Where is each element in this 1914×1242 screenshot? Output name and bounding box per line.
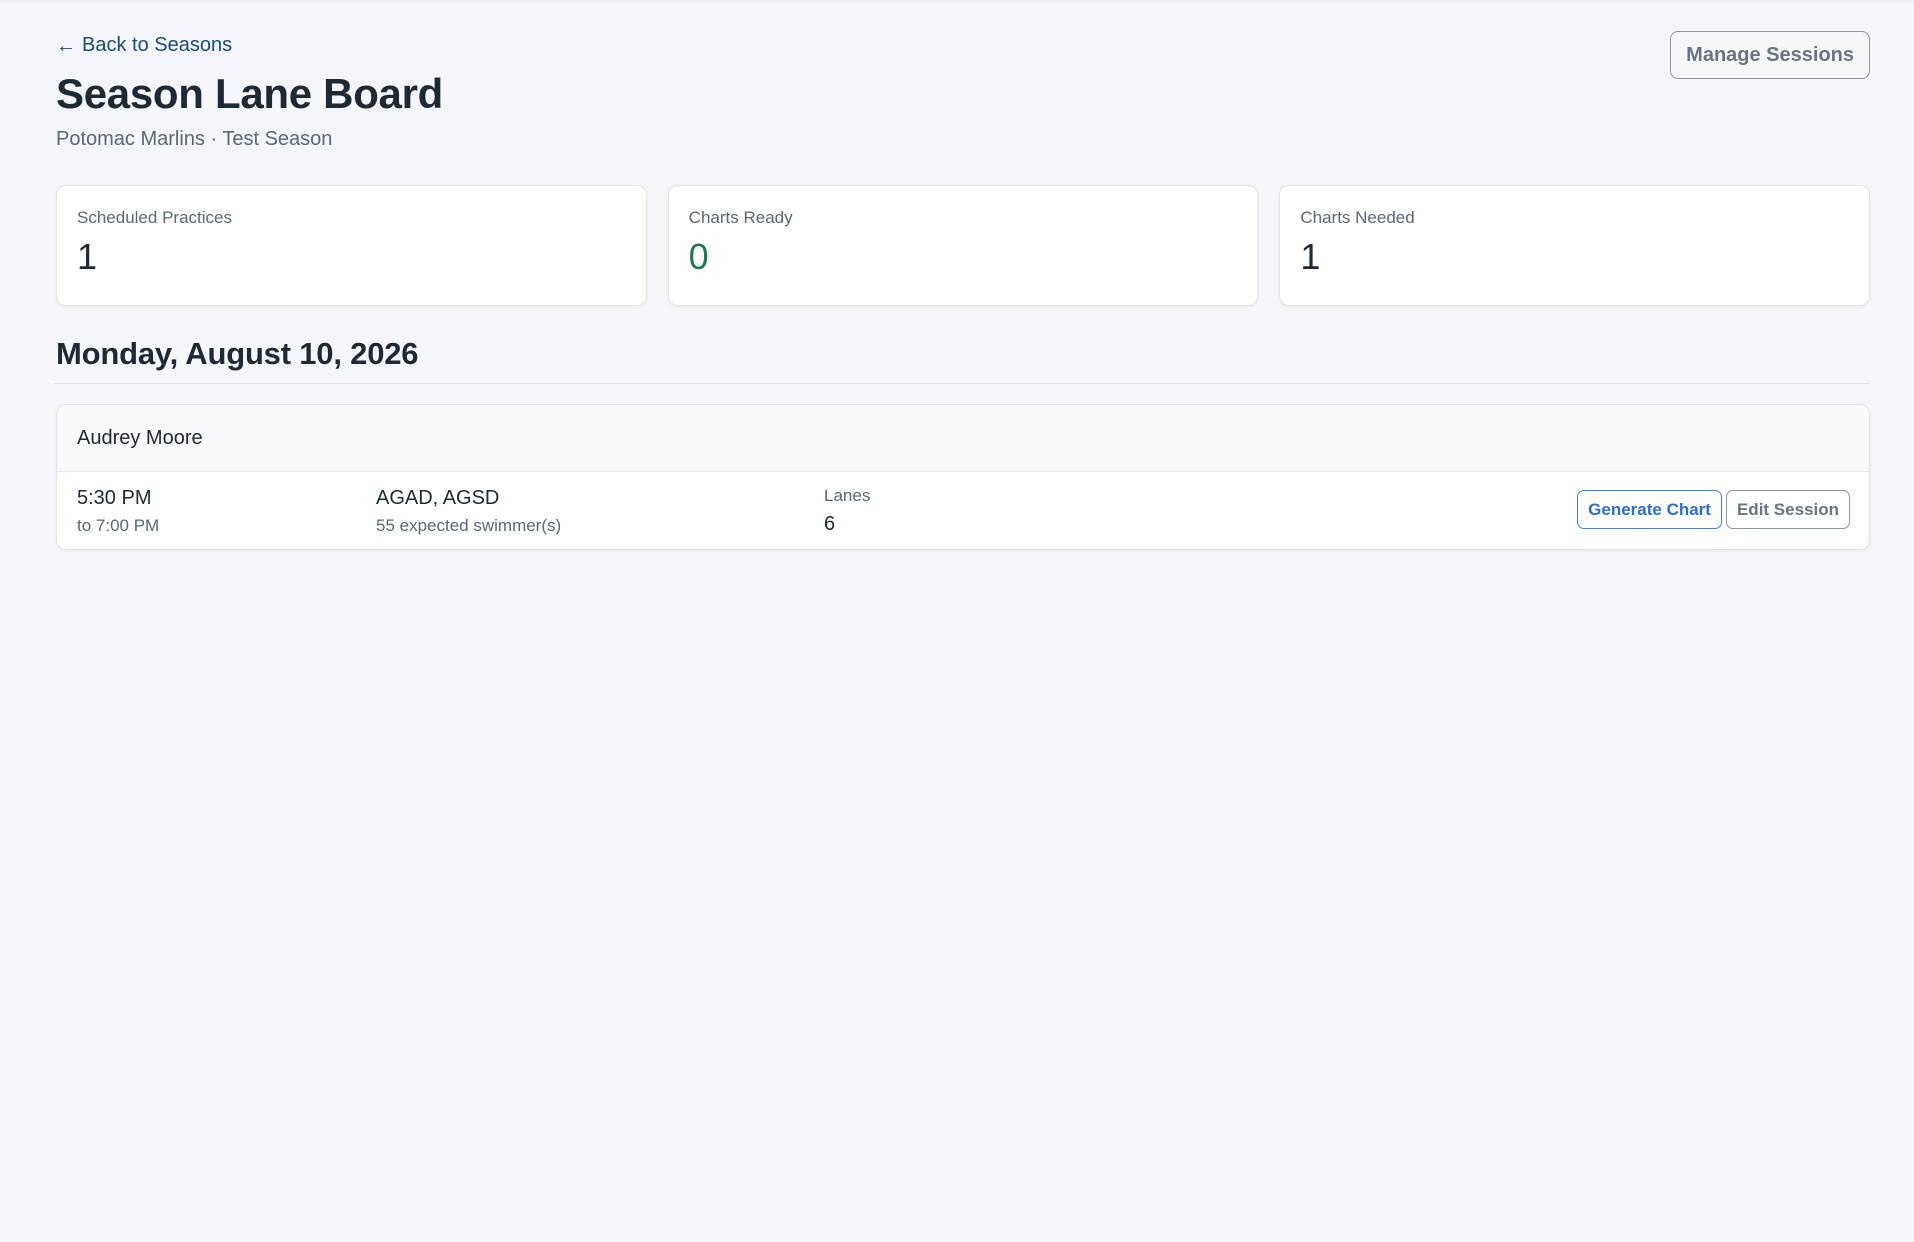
stat-label: Scheduled Practices	[77, 208, 232, 227]
session-groups: AGAD, AGSD	[376, 487, 500, 509]
session-expected-swimmers: 55 expected swimmer(s)	[376, 516, 562, 535]
edit-session-button[interactable]: Edit Session	[1725, 490, 1850, 529]
stat-value: 0	[688, 236, 709, 277]
lanes-value: 6	[824, 513, 836, 535]
stats-row: Scheduled Practices 1 Charts Ready 0 Cha…	[56, 185, 1871, 306]
back-to-seasons-link[interactable]: ← Back to Seasons	[56, 34, 232, 57]
session-actions: Generate Chart Edit Session	[1577, 490, 1850, 529]
page: ← Back to Seasons Season Lane Board Poto…	[54, 30, 1871, 550]
page-subtitle: Potomac Marlins · Test Season	[56, 128, 333, 150]
back-link-label: Back to Seasons	[82, 34, 233, 56]
day-divider	[54, 383, 1870, 384]
manage-sessions-button[interactable]: Manage Sessions	[1670, 31, 1870, 79]
page-title: Season Lane Board	[56, 70, 444, 117]
session-start-time: 5:30 PM	[77, 487, 152, 509]
arrow-left-icon: ←	[56, 34, 76, 57]
top-shadow	[0, 0, 1914, 4]
stat-value: 1	[1300, 236, 1321, 277]
stat-label: Charts Needed	[1300, 208, 1415, 227]
coach-name: Audrey Moore	[77, 426, 203, 449]
stat-card-scheduled-practices: Scheduled Practices 1	[56, 185, 647, 306]
coach-header: Audrey Moore	[57, 405, 1869, 472]
session-end-time: to 7:00 PM	[77, 516, 160, 535]
stat-card-charts-needed: Charts Needed 1	[1279, 185, 1871, 306]
lanes-label: Lanes	[824, 486, 871, 505]
page-header: ← Back to Seasons Season Lane Board Poto…	[56, 30, 1870, 158]
generate-chart-button[interactable]: Generate Chart	[1577, 490, 1722, 529]
stat-card-charts-ready: Charts Ready 0	[667, 185, 1259, 306]
stat-value: 1	[77, 236, 98, 277]
day-heading: Monday, August 10, 2026	[56, 336, 419, 371]
session-row: 5:30 PM to 7:00 PM AGAD, AGSD 55 expecte…	[57, 472, 1869, 549]
stat-label: Charts Ready	[688, 208, 793, 227]
session-card: Audrey Moore 5:30 PM to 7:00 PM AGAD, AG…	[56, 404, 1870, 550]
